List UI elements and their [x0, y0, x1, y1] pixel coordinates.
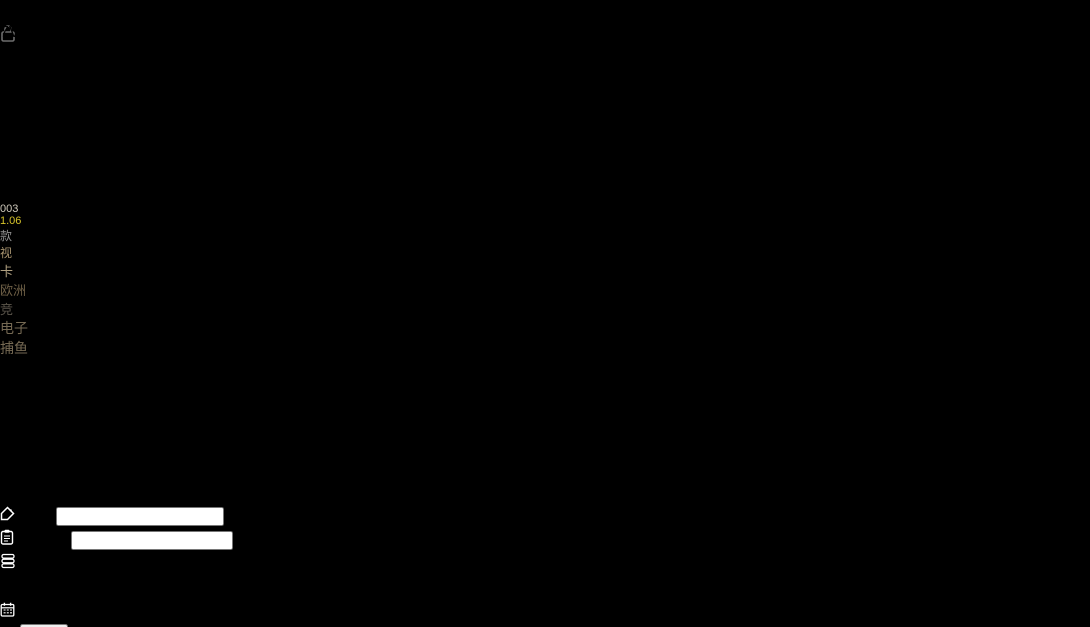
betting-records-panel: 下注记录 ♠K视讯游戏777电子老虎机桌面游戏积分查询额度记录 局号 订单号: [0, 358, 1090, 627]
date-from-select[interactable]: 2025/04/01 ▼: [166, 36, 244, 72]
site-logo-char: 申: [0, 6, 16, 23]
background-text-fragment: 卡: [0, 261, 1090, 280]
table-status-box: 开牌中 请稍候: [0, 83, 1090, 131]
sidebar-item-视讯游戏[interactable]: ♠K视讯游戏: [0, 382, 1090, 406]
panel-title: 下注记录: [0, 364, 64, 381]
date-to-value: 2025/04/01: [303, 36, 383, 53]
platform-type-select[interactable]: 1.全部 ▼: [0, 574, 162, 598]
site-logo-char: 7: [0, 24, 9, 41]
cards-icon: ♠K: [0, 388, 19, 405]
sidebar-item-label: 积分查询: [0, 460, 64, 477]
background-text-fragment: 1.06: [0, 215, 1090, 227]
sidebar-item-额度记录[interactable]: 额度记录: [0, 478, 1090, 502]
platform-filter-group: 平台类型 1.全部 ▼: [0, 550, 1090, 598]
round-no-input[interactable]: [56, 507, 224, 526]
site-logo-char: V: [9, 24, 20, 41]
chevron-down-icon: ▼: [303, 54, 319, 71]
sidebar-item-label: 额度记录: [0, 484, 64, 501]
date-filter-group: 下注时间 (美东): [0, 598, 1090, 622]
tag-icon: [0, 506, 15, 521]
sidebar-item-桌面游戏[interactable]: 桌面游戏: [0, 430, 1090, 454]
sidebar: ♠K视讯游戏777电子老虎机桌面游戏积分查询额度记录: [0, 382, 1090, 502]
nav-item-热门[interactable]: 热门: [0, 66, 32, 83]
sidebar-item-积分查询[interactable]: 积分查询: [0, 454, 1090, 478]
user-info-labels: 用户名称账户余额桌台编号: [0, 131, 1090, 203]
background-text-fragment: 捕鱼: [0, 338, 1090, 358]
nav-item-棋牌[interactable]: 棋牌: [128, 66, 160, 83]
site-nav-bar: 申博 7V .com 热门电子真人彩票棋牌捕鱼体育优惠: [0, 0, 1090, 50]
slot-icon: 777: [0, 412, 27, 429]
date-from-value: 2025/04/01: [166, 36, 246, 53]
background-text-fragment: 欧洲: [0, 280, 1090, 299]
order-no-input[interactable]: [71, 531, 233, 550]
background-text-fragment: 竞: [0, 299, 1090, 318]
background-text-fragment: 电子: [0, 318, 1090, 338]
records-main: 局号 订单号 平台类型 1.全部 ▼: [0, 502, 1090, 627]
calendar-icon: [0, 602, 15, 617]
platform-type-label: 平台类型: [20, 556, 84, 573]
site-logo[interactable]: 申博 7V .com: [0, 0, 1090, 60]
round-no-label: 局号: [19, 508, 51, 525]
platform-list-icon: [0, 553, 16, 569]
user-info-label: 桌台编号: [0, 179, 1090, 203]
chevron-down-icon: ▼: [50, 580, 66, 597]
order-filter-group: 订单号: [0, 526, 1090, 550]
user-info-label: 账户余额: [0, 155, 1090, 179]
site-logo-domain: .com: [0, 42, 1090, 60]
nav-item-电子[interactable]: 电子: [32, 66, 64, 83]
date-to-select[interactable]: 2025/04/01 ▼: [303, 36, 381, 72]
bet-time-label: 下注时间 (美东): [19, 604, 130, 621]
chevron-down-icon: ▼: [166, 54, 182, 71]
clipboard-icon: [0, 529, 14, 545]
screen: 申博 7V .com 热门电子真人彩票棋牌捕鱼体育优惠 Asia Gaming …: [0, 0, 1090, 627]
site-logo-char: 博: [16, 6, 32, 23]
dealing-status-badge: 开牌中: [0, 83, 1090, 107]
platform-type-value: 1.全部: [0, 580, 45, 597]
background-text-fragment: 视: [0, 244, 1090, 261]
please-wait-text: 请稍候: [0, 107, 1090, 131]
sidebar-item-label: 视讯游戏: [19, 388, 83, 405]
nav-item-真人[interactable]: 真人: [64, 66, 96, 83]
round-filter-group: 局号: [0, 502, 1090, 526]
background-left-strip: 0031.06款视卡欧洲竞电子捕鱼: [0, 203, 1090, 358]
sidebar-item-电子老虎机[interactable]: 777电子老虎机: [0, 406, 1090, 430]
nav-item-彩票[interactable]: 彩票: [96, 66, 128, 83]
order-no-label: 订单号: [18, 532, 66, 549]
site-nav-items: 热门电子真人彩票棋牌捕鱼体育优惠: [0, 60, 1090, 84]
sidebar-item-label: 桌面游戏: [0, 436, 64, 453]
sidebar-item-label: 电子老虎机: [27, 412, 107, 429]
background-text-fragment: 款: [0, 227, 1090, 244]
user-info-label: 用户名称: [0, 131, 1090, 155]
panel-header: 下注记录: [0, 358, 1090, 382]
filters-bar: 局号 订单号 平台类型 1.全部 ▼: [0, 502, 1090, 627]
background-text-fragment: 003: [0, 203, 1090, 215]
